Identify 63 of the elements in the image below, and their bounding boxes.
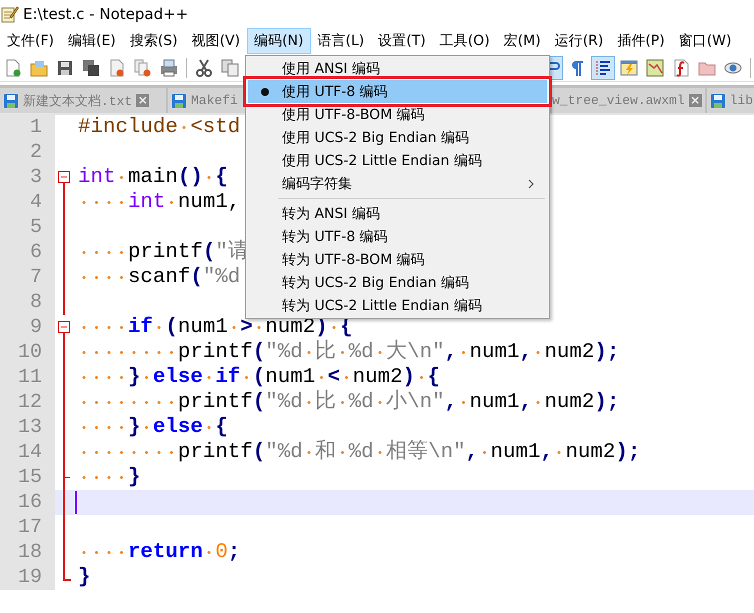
line-number: 3 [0,165,55,190]
menu-item[interactable]: 运行(R) [548,28,610,54]
menu-option[interactable]: 使用 ANSI 编码 [248,57,547,80]
line-number: 9 [0,315,55,340]
menu-item[interactable]: 文件(F) [0,28,61,54]
menu-item[interactable]: 窗口(W) [672,28,738,54]
code-line: } [78,465,140,490]
menu-item[interactable]: 编码(N) [247,28,310,54]
line-number: 4 [0,190,55,215]
line-number: 13 [0,415,55,440]
code-line: } [78,565,90,590]
menu-option[interactable]: 转为 UCS-2 Big Endian 编码 [248,271,547,294]
line-number: 18 [0,540,55,565]
menu-option[interactable]: 转为 UTF-8-BOM 编码 [248,248,547,271]
code-line: } else { [78,415,228,440]
menu-item[interactable]: 设置(T) [371,28,433,54]
save-icon [3,92,19,108]
menu-item[interactable]: 宏(M) [496,28,548,54]
code-line: return 0; [78,540,240,565]
menu-item[interactable]: 搜索(S) [122,28,185,54]
line-number: 5 [0,215,55,240]
menu-option[interactable]: 使用 UTF-8-BOM 编码 [248,103,547,126]
collapse-icon[interactable] [58,171,70,183]
line-number: 19 [0,565,55,590]
notepad-icon [1,5,19,23]
menu-option[interactable]: 使用 UCS-2 Big Endian 编码 [248,126,547,149]
line-number: 11 [0,365,55,390]
save-icon [710,92,726,108]
line-number: 12 [0,390,55,415]
menu-item[interactable]: 编辑(E) [60,28,123,54]
code-line: int num1, [78,190,240,215]
code-line: printf("%d 和 %d 相等\n", num1, num2); [78,440,640,465]
menu-option[interactable]: 转为 UTF-8 编码 [248,225,547,248]
text-cursor [75,491,77,514]
menu-option[interactable]: 编码字符集 [248,172,547,195]
code-line: printf("%d 比 %d 大\n", num1, num2); [78,340,620,365]
line-number: 15 [0,465,55,490]
line-number: 6 [0,240,55,265]
indent-guide-icon[interactable] [591,56,615,80]
menu-item[interactable]: 工具(O) [432,28,497,54]
line-number: 7 [0,265,55,290]
line-number: 2 [0,140,55,165]
line-number: 14 [0,440,55,465]
menu-option[interactable]: 转为 ANSI 编码 [248,202,547,225]
code-line: scanf("%d [78,265,240,290]
menu-item[interactable]: 视图(V) [184,28,248,54]
menu-item[interactable]: 语言(L) [310,28,372,54]
code-line: int main() { [78,165,228,190]
menu-item[interactable]: 插件(P) [610,28,672,54]
code-line: } else if (num1 < num2) { [78,365,440,390]
line-number: 17 [0,515,55,540]
chevron-right-icon [528,178,535,188]
menu-option[interactable]: 使用 UCS-2 Little Endian 编码 [248,149,547,172]
window-title: E:\test.c - Notepad++ [23,5,188,23]
line-number: 8 [0,290,55,315]
line-number: 1 [0,115,55,140]
line-number: 10 [0,340,55,365]
save-icon [171,92,187,108]
menu-option[interactable]: 转为 UCS-2 Little Endian 编码 [248,294,547,317]
code-line: printf("%d 比 %d 小\n", num1, num2); [78,390,620,415]
collapse-icon[interactable] [58,321,70,333]
code-line: #include <std [78,115,240,140]
line-number: 16 [0,490,55,515]
